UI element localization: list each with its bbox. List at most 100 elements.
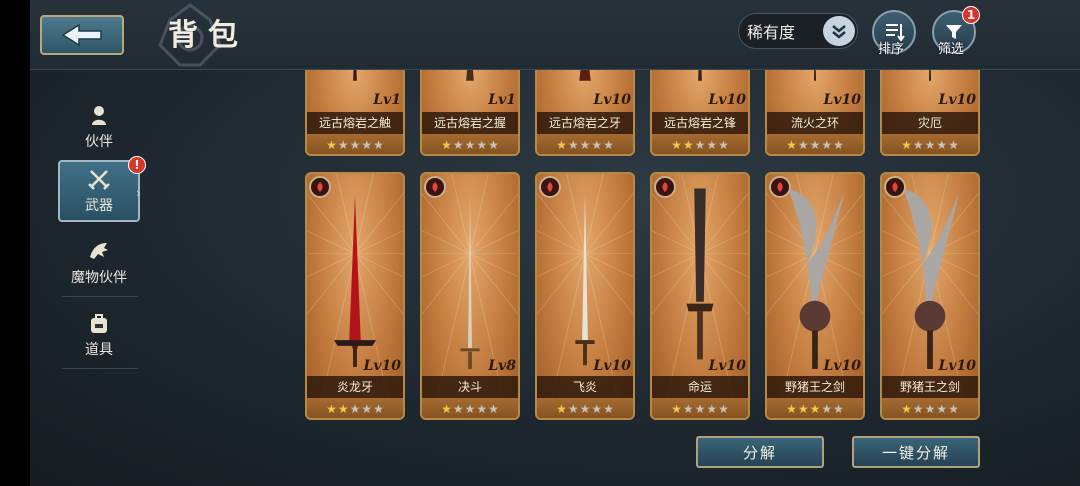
rarity-stars: ★ ★ ★ ★ ★ — [537, 398, 633, 418]
star-icon: ★ — [821, 402, 833, 416]
star-icon: ★ — [682, 402, 694, 416]
weapon-card[interactable]: Lv10 炎龙牙 ★ ★ ★ ★ ★ — [305, 172, 405, 420]
item-name: 流火之环 — [767, 112, 863, 134]
weapon-card[interactable]: Lv10 远古熔岩之锋 ★ ★ ★ ★ ★ — [650, 70, 750, 156]
weapon-card[interactable]: Lv10 飞炎 ★ ★ ★ ★ ★ — [535, 172, 635, 420]
star-icon: ★ — [567, 138, 579, 152]
star-icon: ★ — [718, 402, 729, 416]
weapon-card[interactable]: Lv10 灾厄 ★ ★ ★ ★ ★ — [880, 70, 980, 156]
weapon-card[interactable]: Lv1 远古熔岩之握 ★ ★ ★ ★ ★ — [420, 70, 520, 156]
star-icon: ★ — [706, 138, 718, 152]
item-name: 飞炎 — [537, 376, 633, 398]
star-icon: ★ — [452, 138, 464, 152]
star-icon: ★ — [901, 402, 912, 416]
star-icon: ★ — [591, 402, 603, 416]
star-icon: ★ — [464, 402, 476, 416]
star-icon: ★ — [441, 138, 452, 152]
rarity-stars: ★ ★ ★ ★ ★ — [422, 398, 518, 418]
star-icon: ★ — [591, 138, 603, 152]
weapon-card[interactable]: Lv10 命运 ★ ★ ★ ★ ★ — [650, 172, 750, 420]
weapon-card[interactable]: Lv8 决斗 ★ ★ ★ ★ ★ — [420, 172, 520, 420]
star-icon: ★ — [579, 402, 591, 416]
rarity-stars: ★ ★ ★ ★ ★ — [307, 398, 403, 418]
star-icon: ★ — [924, 138, 936, 152]
partner-icon — [92, 106, 106, 125]
sidebar-item-label: 武器 — [85, 198, 113, 214]
fire-element-icon — [539, 176, 561, 198]
rarity-stars: ★ ★ ★ ★ ★ — [767, 134, 863, 154]
star-icon: ★ — [361, 138, 373, 152]
star-icon: ★ — [936, 402, 948, 416]
sidebar-item-partners[interactable]: 伙伴 — [58, 96, 140, 158]
sidebar-item-label: 魔物伙伴 — [71, 270, 127, 286]
sidebar-item-monster-partners[interactable]: 魔物伙伴 — [58, 232, 140, 294]
star-icon: ★ — [682, 138, 694, 152]
fire-element-icon — [884, 176, 906, 198]
star-icon: ★ — [337, 402, 349, 416]
star-icon: ★ — [488, 402, 499, 416]
dragon-icon — [90, 243, 108, 259]
weapon-card[interactable]: Lv10 远古熔岩之牙 ★ ★ ★ ★ ★ — [535, 70, 635, 156]
item-level: Lv8 — [488, 358, 516, 374]
weapon-card[interactable]: Lv10 野猪王之剑 ★ ★ ★ ★ ★ — [880, 172, 980, 420]
rarity-select-value: 稀有度 — [747, 23, 796, 42]
star-icon: ★ — [936, 138, 948, 152]
star-icon: ★ — [373, 138, 384, 152]
star-icon: ★ — [603, 402, 614, 416]
rarity-stars: ★ ★ ★ ★ ★ — [882, 398, 978, 418]
item-level: Lv10 — [938, 358, 976, 374]
item-name: 远古熔岩之触 — [307, 112, 403, 134]
rarity-sort-select[interactable]: 稀有度 — [738, 13, 858, 49]
star-icon: ★ — [671, 402, 682, 416]
sidebar-item-weapons[interactable]: 武器 — [58, 160, 140, 222]
star-icon: ★ — [671, 138, 682, 152]
sort-label: 排序 — [878, 42, 905, 57]
sidebar-item-label: 道具 — [85, 342, 113, 358]
star-icon: ★ — [373, 402, 384, 416]
decompose-button[interactable]: 分解 — [696, 436, 824, 468]
star-icon: ★ — [349, 138, 361, 152]
weapons-alert-badge: ! — [128, 156, 146, 174]
star-icon: ★ — [706, 402, 718, 416]
sidebar-item-label: 伙伴 — [85, 134, 113, 150]
rarity-stars: ★ ★ ★ ★ ★ — [652, 134, 748, 154]
divider — [62, 296, 138, 297]
star-icon: ★ — [948, 138, 959, 152]
item-level: Lv10 — [593, 358, 631, 374]
star-icon: ★ — [912, 402, 924, 416]
weapon-card[interactable]: Lv10 野猪王之剑 ★ ★ ★ ★ ★ — [765, 172, 865, 420]
filter-count-badge: 1 — [962, 6, 980, 24]
item-name: 命运 — [652, 376, 748, 398]
item-level: Lv1 — [373, 92, 401, 108]
star-icon: ★ — [326, 402, 337, 416]
star-icon: ★ — [809, 402, 821, 416]
star-icon: ★ — [833, 402, 844, 416]
sidebar-item-items[interactable]: 道具 — [58, 304, 140, 366]
star-icon: ★ — [797, 402, 809, 416]
star-icon: ★ — [924, 402, 936, 416]
decompose-all-button[interactable]: 一键分解 — [852, 436, 980, 468]
item-level: Lv10 — [708, 92, 746, 108]
back-button[interactable] — [40, 15, 124, 55]
star-icon: ★ — [694, 138, 706, 152]
chevron-right-icon: › — [136, 186, 141, 200]
screen-edge — [0, 0, 30, 486]
star-icon: ★ — [809, 138, 821, 152]
item-name: 远古熔岩之握 — [422, 112, 518, 134]
fire-element-icon — [424, 176, 446, 198]
star-icon: ★ — [786, 138, 797, 152]
star-icon: ★ — [821, 138, 833, 152]
star-icon: ★ — [833, 138, 844, 152]
item-name: 炎龙牙 — [307, 376, 403, 398]
weapon-card[interactable]: Lv1 远古熔岩之触 ★ ★ ★ ★ ★ — [305, 70, 405, 156]
item-level: Lv1 — [488, 92, 516, 108]
star-icon: ★ — [349, 402, 361, 416]
star-icon: ★ — [556, 138, 567, 152]
star-icon: ★ — [464, 138, 476, 152]
page-title: 背包 — [168, 18, 248, 53]
weapon-card[interactable]: Lv10 流火之环 ★ ★ ★ ★ ★ — [765, 70, 865, 156]
star-icon: ★ — [579, 138, 591, 152]
item-level: Lv10 — [363, 358, 401, 374]
rarity-stars: ★ ★ ★ ★ ★ — [537, 134, 633, 154]
star-icon: ★ — [452, 402, 464, 416]
